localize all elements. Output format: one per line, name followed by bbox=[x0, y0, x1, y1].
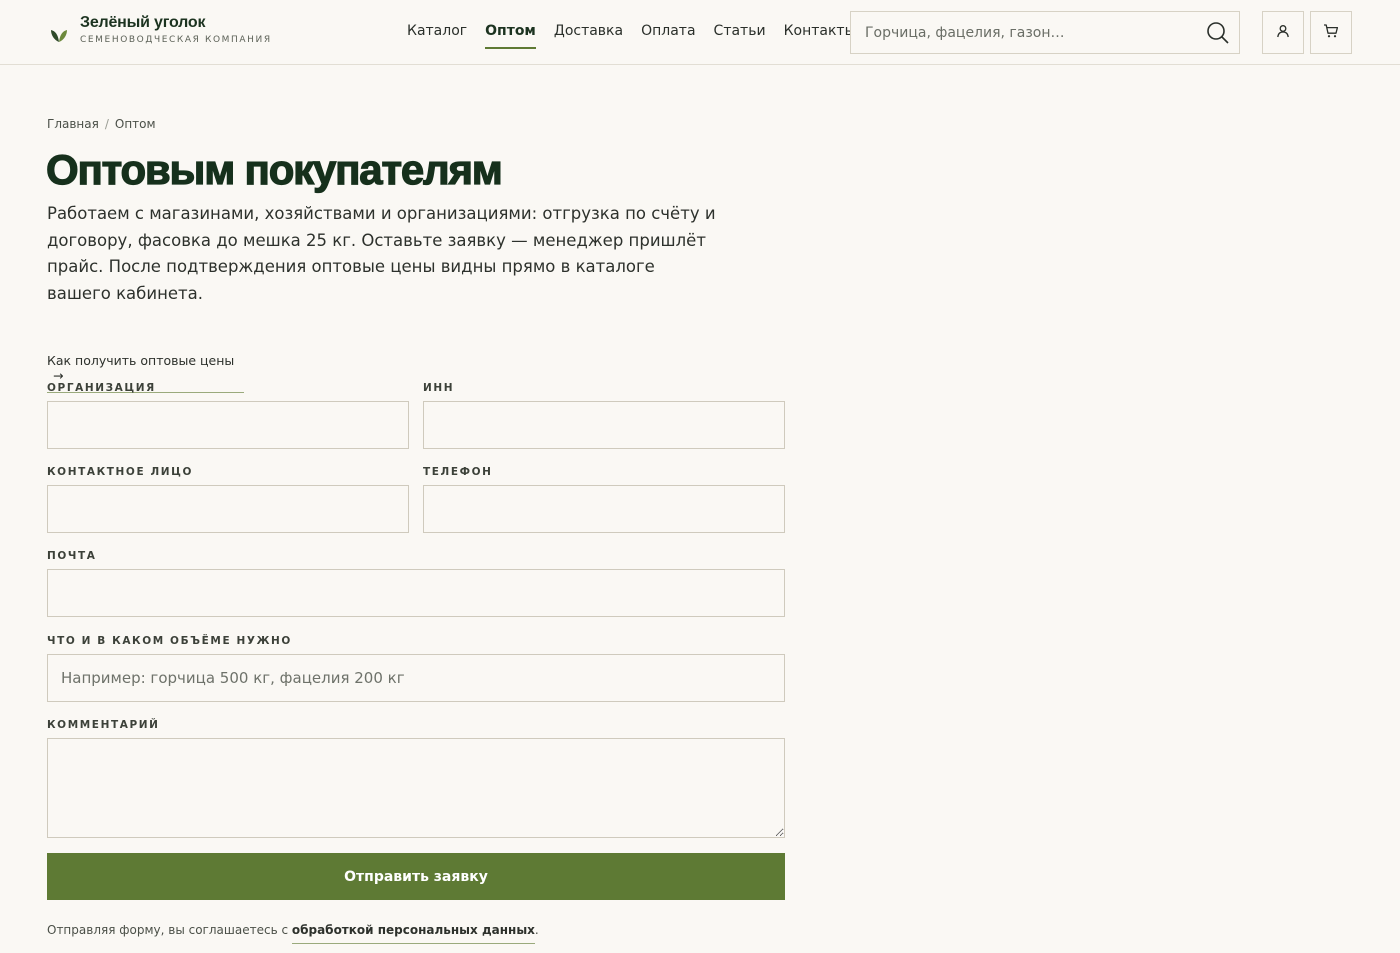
comment-label: КОММЕНТАРИЙ bbox=[47, 719, 160, 731]
page-title: Оптовым покупателям bbox=[45, 145, 503, 193]
account-button[interactable] bbox=[1262, 11, 1304, 54]
site-header: Зелёный уголок СЕМЕНОВОДЧЕСКАЯ КОМПАНИЯ … bbox=[0, 0, 1400, 65]
search-box bbox=[850, 11, 1240, 54]
nav-delivery[interactable]: Доставка bbox=[554, 23, 623, 49]
needs-input[interactable] bbox=[47, 654, 785, 702]
page-lead: Работаем с магазинами, хозяйствами и орг… bbox=[47, 204, 716, 303]
howto-link-label: Как получить оптовые цены bbox=[47, 353, 235, 368]
brand-tagline: СЕМЕНОВОДЧЕСКАЯ КОМПАНИЯ bbox=[80, 35, 272, 45]
breadcrumb-current: Оптом bbox=[114, 117, 156, 131]
consent-suffix: . bbox=[534, 923, 539, 937]
nav-wholesale[interactable]: Оптом bbox=[485, 23, 536, 49]
email-label: ПОЧТА bbox=[47, 550, 97, 562]
cart-icon bbox=[1323, 23, 1339, 43]
nav-payment[interactable]: Оплата bbox=[641, 23, 695, 49]
needs-label: ЧТО И В КАКОМ ОБЪЁМЕ НУЖНО bbox=[47, 635, 292, 647]
email-input[interactable] bbox=[47, 569, 785, 617]
cart-button[interactable] bbox=[1310, 11, 1352, 54]
inn-label: ИНН bbox=[423, 382, 455, 394]
user-icon bbox=[1276, 23, 1290, 42]
consent-text: Отправляя форму, вы соглашаетесь с bbox=[47, 923, 292, 937]
leaf-icon bbox=[48, 23, 70, 45]
breadcrumb: Главная / Оптом bbox=[47, 117, 156, 131]
comment-textarea[interactable] bbox=[47, 738, 785, 838]
nav-articles[interactable]: Статьи bbox=[714, 23, 766, 49]
organization-label: ОРГАНИЗАЦИЯ bbox=[47, 382, 156, 394]
contact-input[interactable] bbox=[47, 485, 409, 533]
arrow-right-icon: → bbox=[53, 368, 64, 383]
phone-label: ТЕЛЕФОН bbox=[423, 466, 493, 478]
organization-input[interactable] bbox=[47, 401, 409, 449]
inn-input[interactable] bbox=[423, 401, 785, 449]
search-input[interactable] bbox=[851, 12, 1201, 53]
contact-label: КОНТАКТНОЕ ЛИЦО bbox=[47, 466, 194, 478]
search-icon[interactable] bbox=[1205, 20, 1231, 46]
submit-button[interactable]: Отправить заявку bbox=[47, 853, 785, 900]
consent-note: Отправляя форму, вы соглашаетесь с обраб… bbox=[47, 923, 539, 944]
main-nav: Каталог Оптом Доставка Оплата Статьи Кон… bbox=[407, 23, 874, 49]
logo[interactable]: Зелёный уголок СЕМЕНОВОДЧЕСКАЯ КОМПАНИЯ bbox=[48, 14, 272, 45]
brand-name: Зелёный уголок bbox=[80, 14, 206, 31]
privacy-link[interactable]: обработкой персональных данных bbox=[291, 923, 535, 944]
breadcrumb-separator: / bbox=[104, 117, 109, 131]
breadcrumb-home[interactable]: Главная bbox=[47, 117, 99, 131]
nav-contacts[interactable]: Контакты bbox=[784, 23, 856, 49]
nav-catalog[interactable]: Каталог bbox=[407, 23, 467, 49]
phone-input[interactable] bbox=[423, 485, 785, 533]
